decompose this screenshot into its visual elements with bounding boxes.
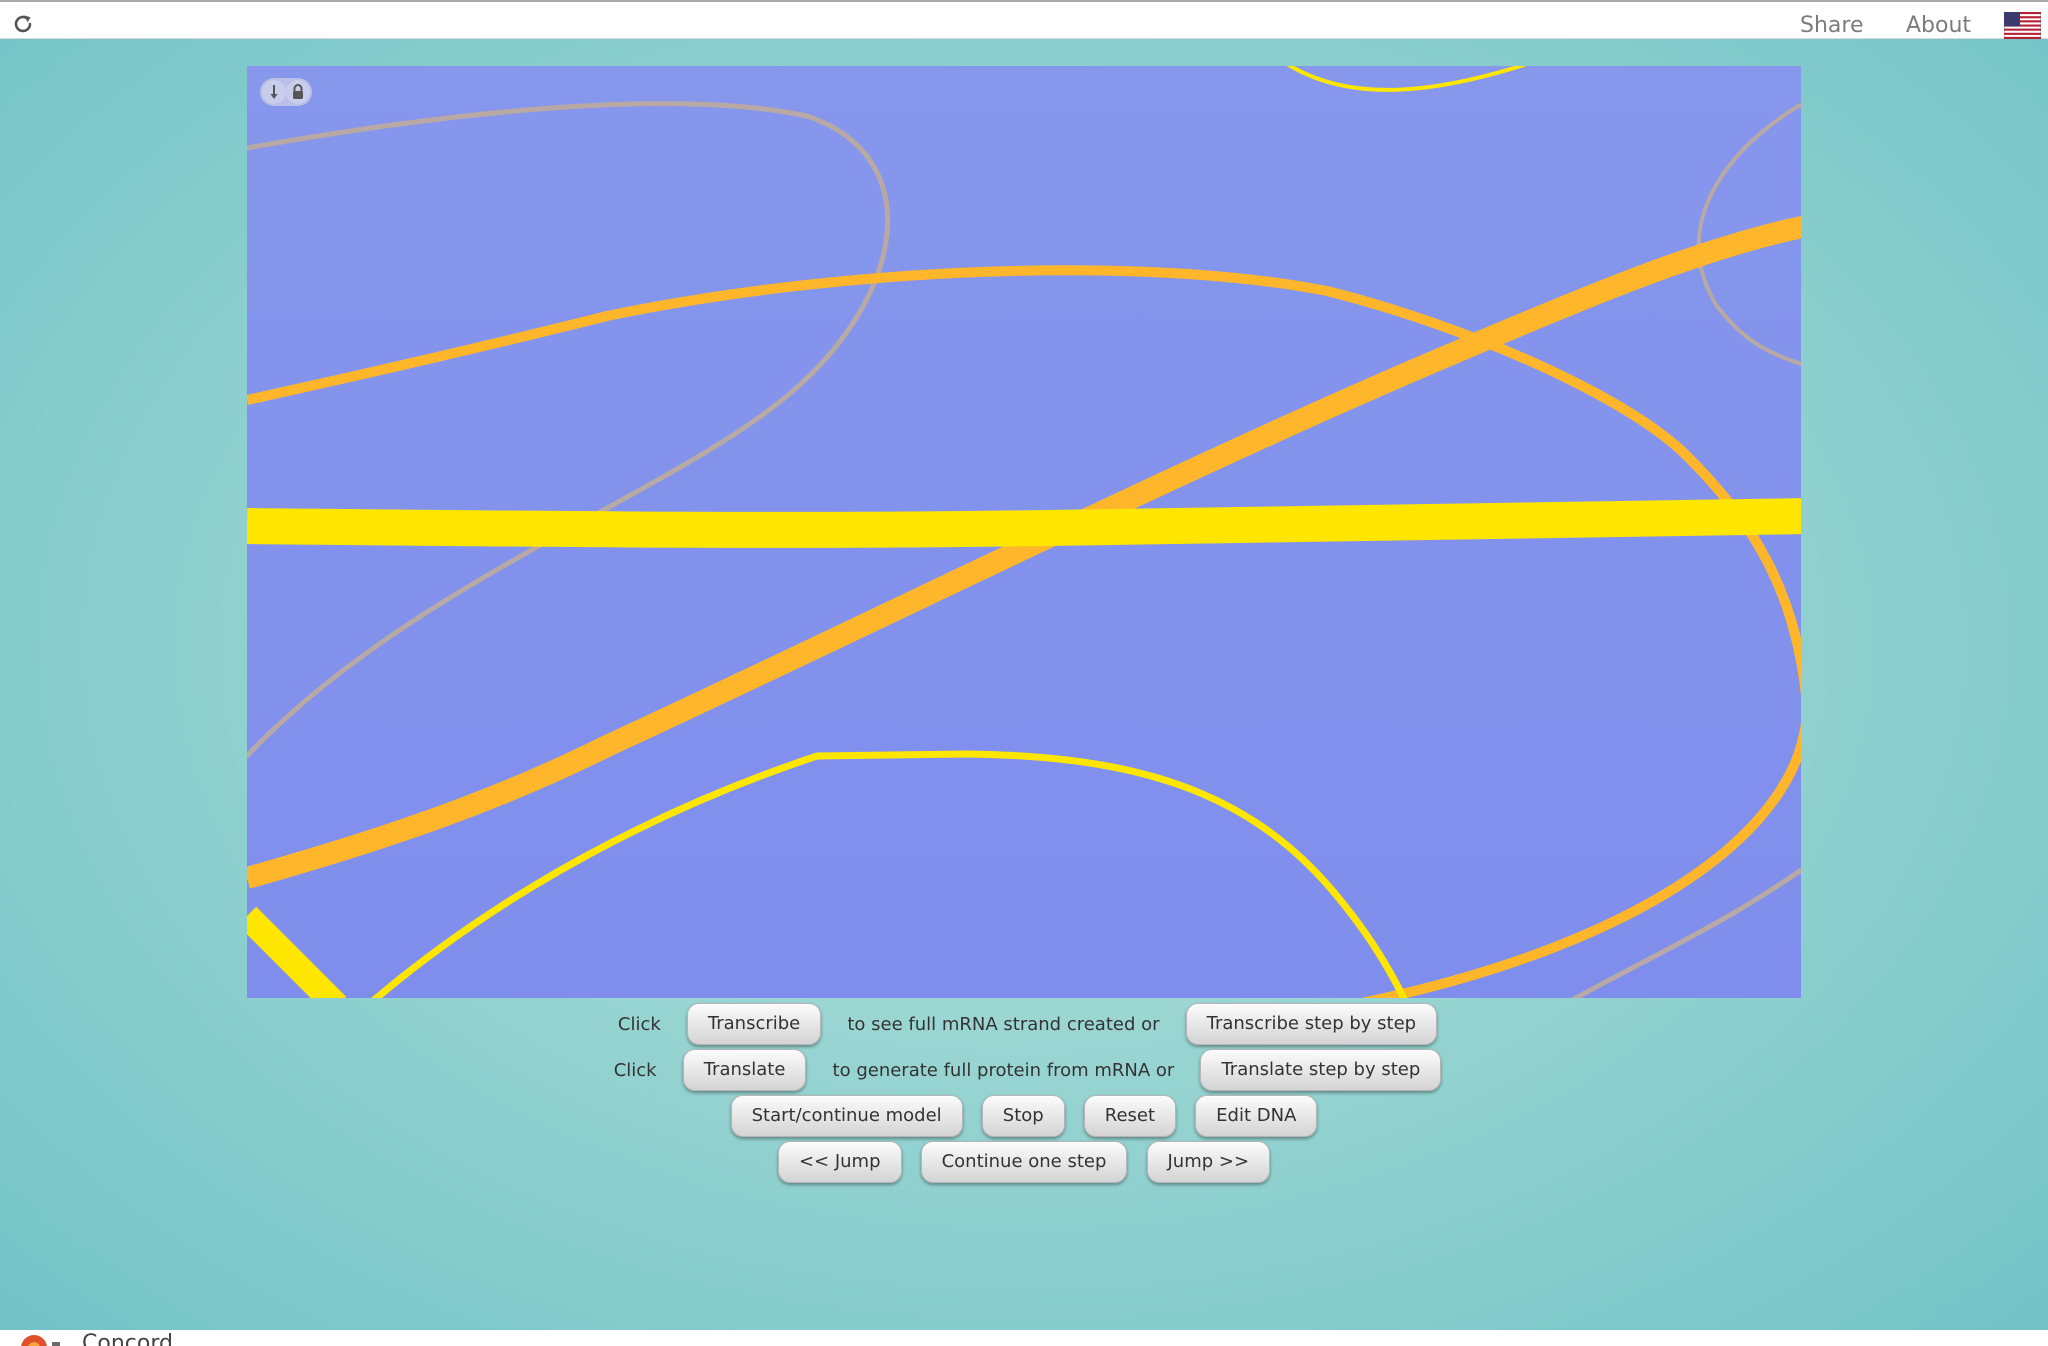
transcribe-row: Click Transcribe to see full mRNA strand… [0,1003,2048,1045]
simulation-canvas[interactable] [247,66,1801,998]
us-flag-icon[interactable] [2004,12,2041,39]
translate-button[interactable]: Translate [682,1049,807,1091]
footer: Concord [0,1330,2048,1346]
footer-text: Concord [82,1331,173,1346]
dna-strands-view [247,66,1801,998]
share-link[interactable]: Share [1800,13,1864,38]
edit-dna-button[interactable]: Edit DNA [1195,1095,1318,1137]
transcribe-step-button[interactable]: Transcribe step by step [1185,1003,1438,1045]
transcribe-instruction: to see full mRNA strand created or [847,1013,1160,1035]
reset-button[interactable]: Reset [1083,1095,1177,1137]
top-toolbar: Share About [0,0,2048,39]
concord-logo-icon [21,1335,60,1346]
step-controls-row: << Jump Continue one step Jump >> [0,1141,2048,1183]
continue-step-button[interactable]: Continue one step [920,1141,1128,1183]
mrna-strand-main [247,498,1801,548]
click-label: Click [617,1013,661,1035]
translate-row: Click Translate to generate full protein… [0,1049,2048,1091]
start-continue-button[interactable]: Start/continue model [730,1095,963,1137]
click-label: Click [613,1059,657,1081]
jump-back-button[interactable]: << Jump [777,1141,902,1183]
transcribe-button[interactable]: Transcribe [686,1003,822,1045]
lock-toggle[interactable] [260,78,312,106]
jump-forward-button[interactable]: Jump >> [1146,1141,1271,1183]
translate-instruction: to generate full protein from mRNA or [832,1059,1175,1081]
stop-button[interactable]: Stop [981,1095,1065,1137]
about-link[interactable]: About [1906,13,1971,38]
reload-icon[interactable] [10,11,36,37]
model-controls-row: Start/continue model Stop Reset Edit DNA [0,1095,2048,1137]
translate-step-button[interactable]: Translate step by step [1200,1049,1442,1091]
